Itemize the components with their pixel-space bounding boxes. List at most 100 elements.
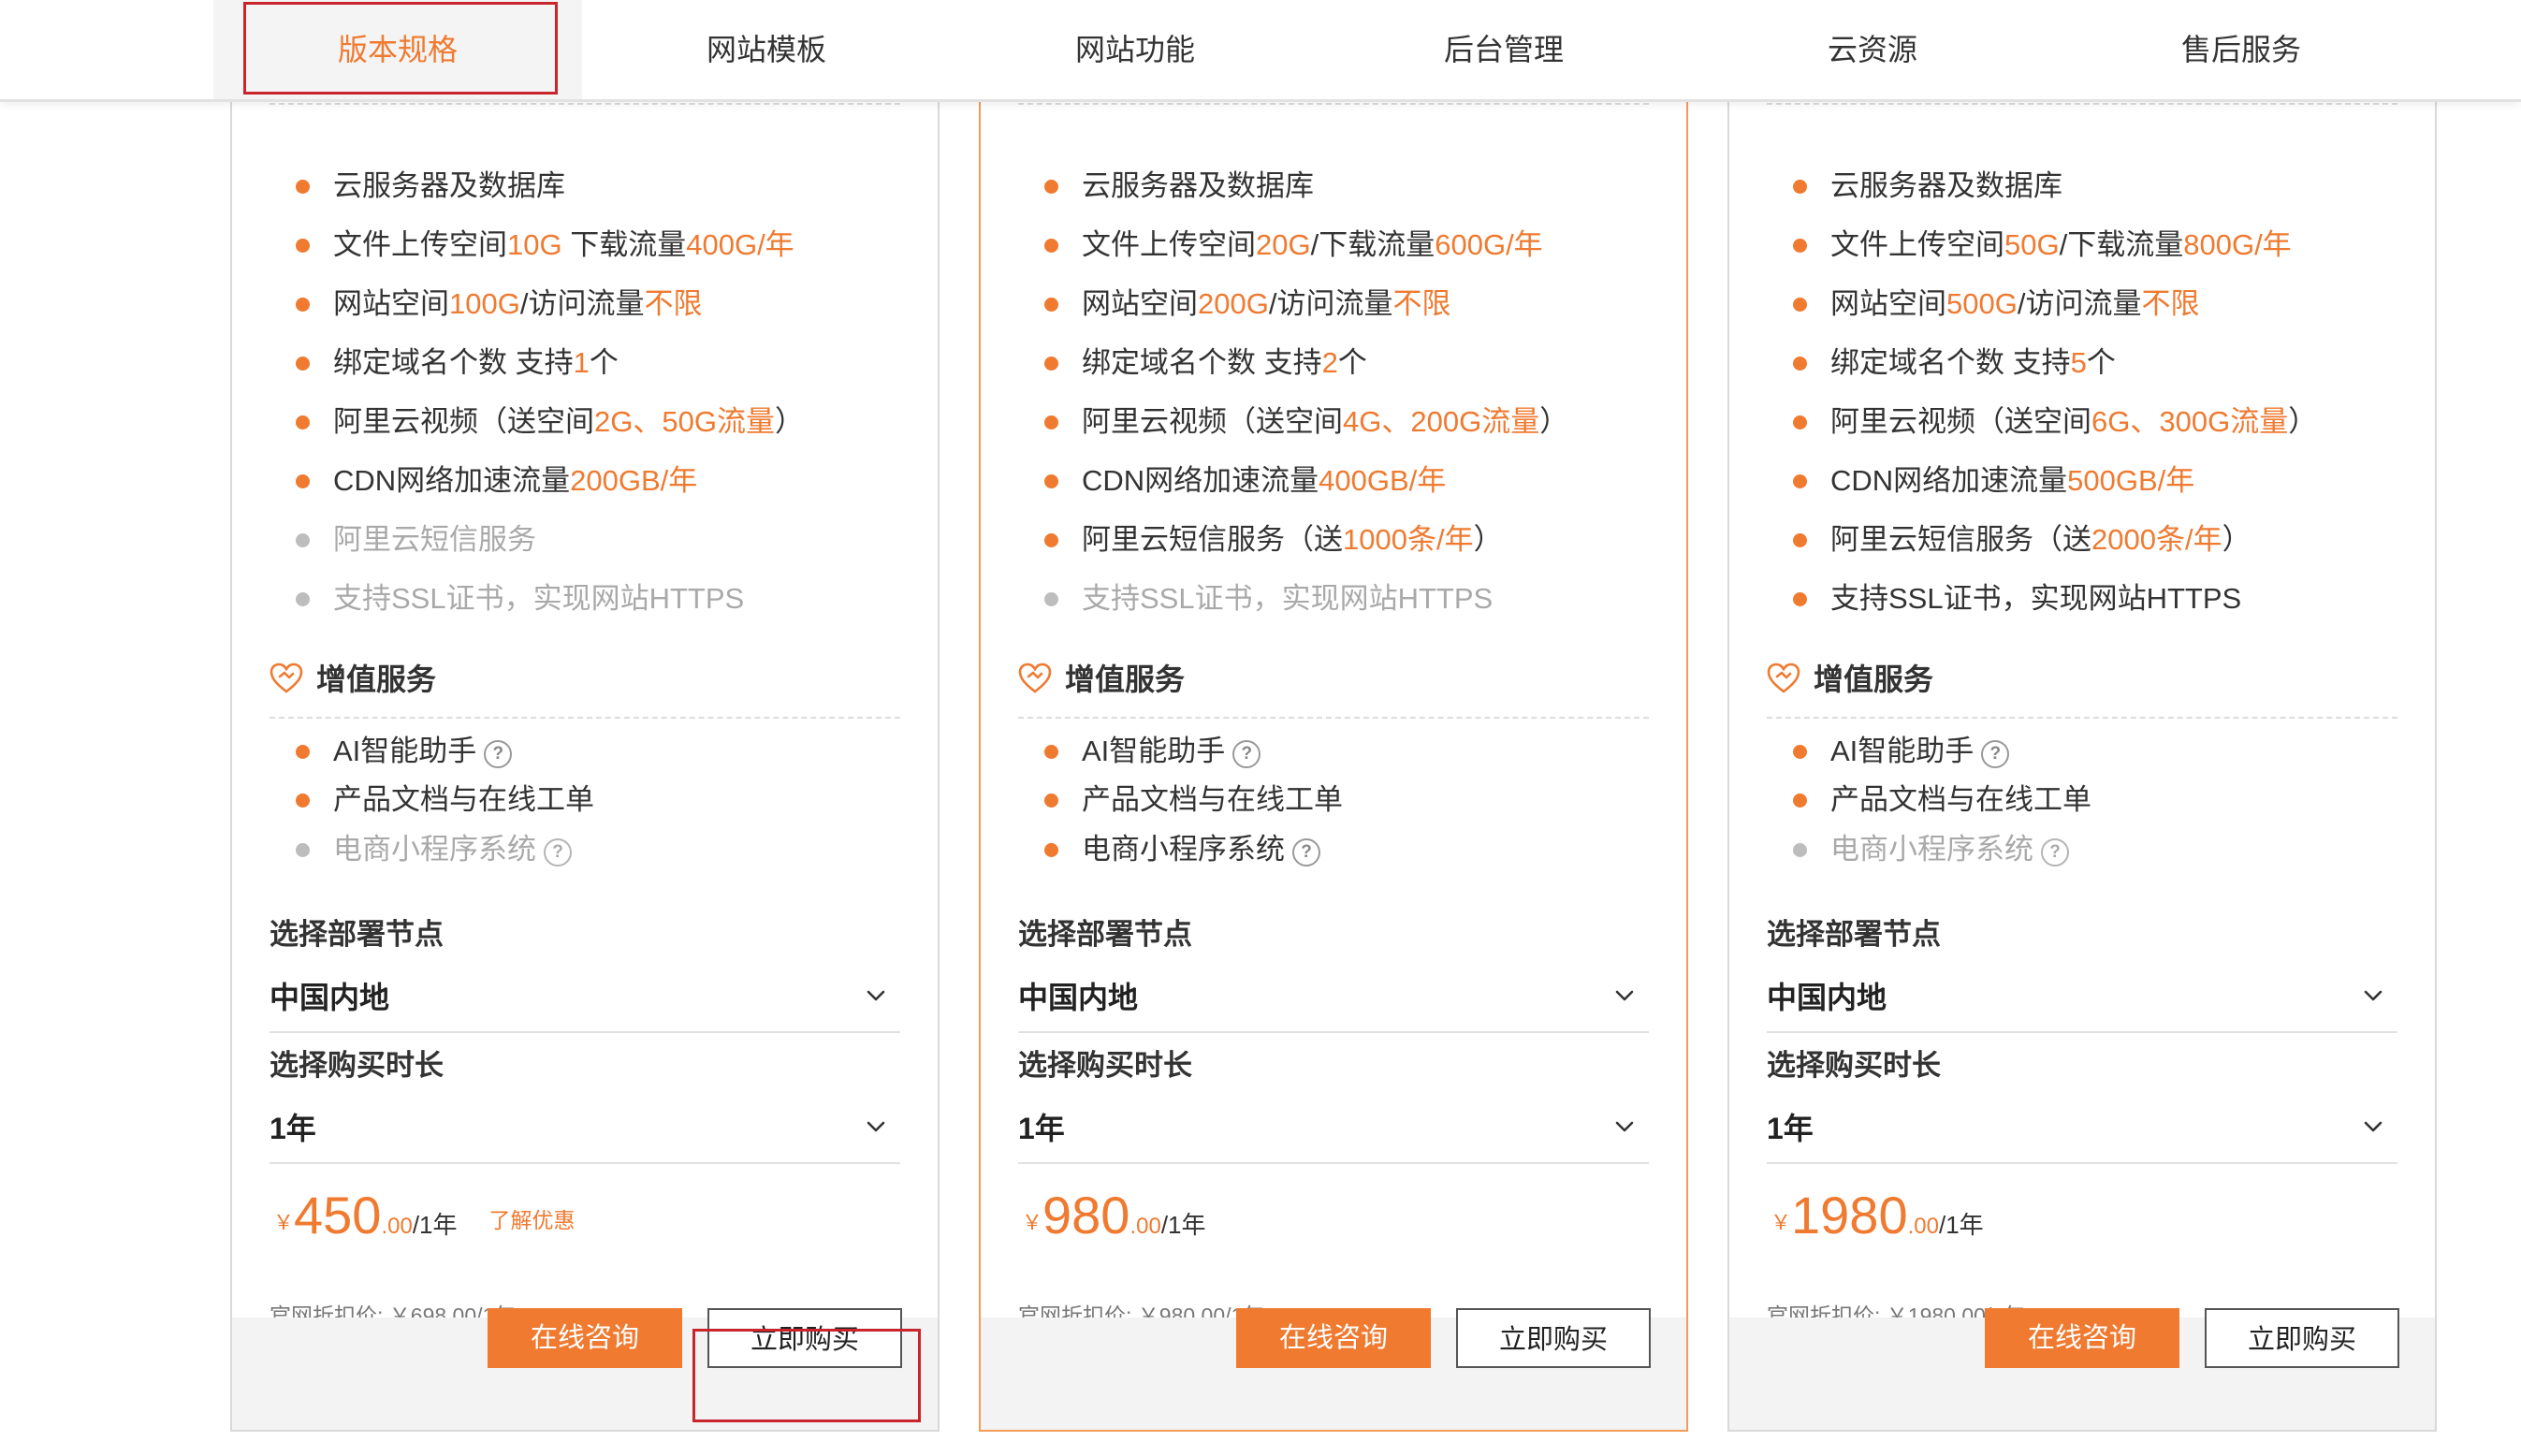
- bullet-dot-icon: [296, 533, 310, 547]
- feature-item: 文件上传空间20G/下载流量600G/年: [1044, 226, 1543, 264]
- feature-text: 2G、50G流量: [594, 405, 775, 438]
- feature-text: /访问流量: [1268, 287, 1393, 320]
- buy-now-button[interactable]: 立即购买: [2205, 1308, 2399, 1368]
- heart-service-icon: [1018, 662, 1052, 694]
- help-question-icon[interactable]: ?: [544, 838, 572, 866]
- price-integer: 450: [294, 1186, 382, 1245]
- price-period: /1年: [412, 1211, 458, 1239]
- help-question-icon[interactable]: ?: [2041, 838, 2069, 866]
- consult-online-button[interactable]: 在线咨询: [1985, 1308, 2179, 1368]
- discount-link[interactable]: 了解优惠: [489, 1208, 576, 1232]
- feature-text: 网站空间: [1082, 287, 1198, 320]
- deploy-node-select[interactable]: 中国内地: [270, 969, 900, 1033]
- bullet-dot-icon: [1793, 415, 1807, 430]
- deploy-node-label: 选择部署节点: [1018, 918, 1192, 951]
- duration-select[interactable]: 1年: [270, 1100, 900, 1164]
- service-label: AI智能助手: [1082, 735, 1226, 767]
- card-top-divider: [1018, 103, 1649, 105]
- plan-card: 云服务器及数据库 文件上传空间20G/下载流量600G/年 网站空间200G/访问流…: [979, 37, 1688, 1432]
- service-label: 产品文档与在线工单: [1830, 783, 2091, 816]
- feature-item: CDN网络加速流量400GB/年: [1044, 462, 1447, 500]
- help-question-icon[interactable]: ?: [1232, 740, 1261, 768]
- feature-text: 个: [2086, 346, 2116, 379]
- feature-text: 2000条/年: [2091, 523, 2222, 556]
- feature-text: 4G、200G流量: [1343, 405, 1540, 438]
- bullet-dot-icon: [296, 415, 310, 430]
- tab-admin-backend[interactable]: 后台管理: [1319, 0, 1688, 99]
- feature-item: 网站空间200G/访问流量不限: [1044, 285, 1450, 323]
- feature-text: 10G: [507, 228, 562, 261]
- duration-value: 1年: [270, 1112, 316, 1145]
- bullet-dot-icon: [1044, 592, 1058, 606]
- feature-text: 不限: [644, 287, 703, 320]
- bullet-dot-icon: [296, 239, 310, 253]
- feature-text: 云服务器及数据库: [1830, 169, 2062, 202]
- plan-price: ￥980.00/1年: [1022, 1185, 1206, 1245]
- consult-online-button[interactable]: 在线咨询: [1236, 1308, 1431, 1368]
- duration-label: 选择购买时长: [1767, 1049, 1941, 1082]
- deploy-node-value: 中国内地: [1767, 981, 1887, 1014]
- feature-item: 阿里云短信服务: [296, 521, 536, 559]
- deploy-node-select[interactable]: 中国内地: [1018, 969, 1649, 1033]
- feature-item: 网站空间500G/访问流量不限: [1793, 285, 2199, 323]
- feature-text: /访问流量: [519, 287, 645, 320]
- feature-text: 5: [2070, 346, 2087, 379]
- feature-text: 100G: [449, 287, 520, 320]
- bullet-dot-icon: [1793, 180, 1807, 194]
- service-label: 产品文档与在线工单: [333, 783, 594, 816]
- service-item: 产品文档与在线工单: [296, 781, 594, 819]
- feature-text: 阿里云视频（送空间: [1082, 405, 1343, 438]
- bullet-dot-icon: [1793, 794, 1807, 808]
- feature-text: 绑定域名个数 支持: [1082, 346, 1322, 379]
- feature-item: 绑定域名个数 支持1个: [296, 344, 619, 382]
- help-question-icon[interactable]: ?: [1292, 838, 1320, 866]
- tab-site-features[interactable]: 网站功能: [951, 0, 1319, 99]
- feature-item: CDN网络加速流量500GB/年: [1793, 462, 2194, 500]
- service-label: AI智能助手: [1830, 735, 1975, 767]
- feature-text: 2: [1321, 346, 1338, 379]
- duration-select[interactable]: 1年: [1767, 1100, 2397, 1164]
- feature-text: 下载流量: [561, 228, 687, 261]
- deploy-node-label: 选择部署节点: [1767, 918, 1941, 951]
- feature-text: ）: [2288, 405, 2318, 438]
- deploy-node-select[interactable]: 中国内地: [1767, 969, 2397, 1033]
- feature-item: 文件上传空间50G/下载流量800G/年: [1793, 226, 2292, 264]
- consult-online-button[interactable]: 在线咨询: [488, 1308, 682, 1368]
- service-item: 电商小程序系统?: [296, 831, 572, 868]
- tab-after-sales[interactable]: 售后服务: [2057, 0, 2426, 99]
- chevron-down-icon: [867, 986, 885, 1005]
- bullet-dot-icon: [1793, 592, 1807, 606]
- section-divider: [270, 717, 900, 719]
- feature-text: 400G/年: [686, 228, 794, 261]
- feature-text: 400GB/年: [1319, 464, 1447, 497]
- feature-item: 云服务器及数据库: [296, 167, 565, 205]
- price-currency: ￥: [1022, 1211, 1043, 1234]
- feature-item: 文件上传空间10G 下载流量400G/年: [296, 226, 794, 264]
- duration-select[interactable]: 1年: [1018, 1100, 1649, 1164]
- feature-text: 阿里云短信服务: [333, 523, 536, 556]
- bullet-dot-icon: [1793, 357, 1807, 371]
- heart-service-icon: [270, 662, 303, 694]
- tab-cloud-resources[interactable]: 云资源: [1688, 0, 2057, 99]
- tab-site-templates[interactable]: 网站模板: [582, 0, 951, 99]
- feature-text: 网站空间: [333, 287, 449, 320]
- feature-text: 600G/年: [1435, 228, 1543, 261]
- feature-text: 网站空间: [1830, 287, 1946, 320]
- plan-price: ￥1980.00/1年: [1771, 1185, 1984, 1245]
- bullet-dot-icon: [296, 745, 310, 759]
- card-top-divider: [270, 103, 900, 105]
- feature-text: 绑定域名个数 支持: [333, 346, 574, 379]
- feature-text: 支持SSL证书，实现网站HTTPS: [333, 582, 745, 615]
- value-added-title: 增值服务: [316, 662, 437, 696]
- bullet-dot-icon: [1044, 533, 1058, 547]
- help-question-icon[interactable]: ?: [484, 740, 513, 768]
- buy-button-highlight-frame: [692, 1329, 921, 1422]
- value-added-title: 增值服务: [1065, 662, 1186, 696]
- buy-now-button[interactable]: 立即购买: [1456, 1308, 1651, 1368]
- bullet-dot-icon: [1793, 239, 1807, 253]
- help-question-icon[interactable]: ?: [1981, 740, 2010, 768]
- price-integer: 1980: [1791, 1186, 1908, 1245]
- feature-text: 支持SSL证书，实现网站HTTPS: [1082, 582, 1494, 615]
- chevron-down-icon: [1615, 986, 1634, 1005]
- bullet-dot-icon: [296, 357, 310, 371]
